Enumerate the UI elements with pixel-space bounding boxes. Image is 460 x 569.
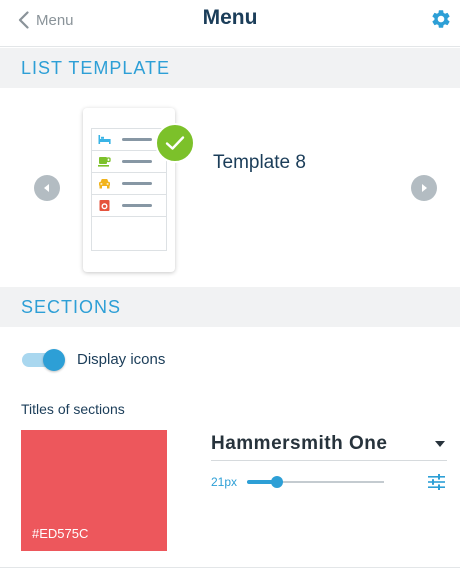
selected-check-badge — [155, 123, 195, 163]
sections-heading: SECTIONS — [0, 287, 460, 327]
preview-row — [92, 195, 166, 217]
next-template-button[interactable] — [411, 175, 437, 201]
car-icon — [99, 179, 110, 189]
top-bar: Menu Menu — [0, 0, 460, 47]
caret-left-icon — [44, 184, 49, 192]
gear-icon[interactable] — [430, 8, 452, 30]
display-icons-toggle[interactable] — [22, 349, 65, 371]
list-template-heading: LIST TEMPLATE — [0, 48, 460, 88]
font-family-select[interactable]: Hammersmith One — [211, 429, 447, 461]
checkmark-icon — [165, 136, 185, 150]
template-carousel: Template 8 — [0, 88, 460, 287]
display-icons-label: Display icons — [77, 351, 166, 368]
preview-line — [122, 204, 152, 207]
font-family-value: Hammersmith One — [211, 433, 388, 454]
toggle-knob — [43, 349, 65, 371]
caret-right-icon — [422, 184, 427, 192]
bed-icon — [98, 135, 111, 144]
titles-of-sections-label: Titles of sections — [21, 401, 125, 417]
preview-line — [122, 182, 152, 185]
title-color-swatch[interactable]: #ED575C — [21, 430, 167, 551]
caret-down-icon — [435, 441, 445, 447]
preview-row — [92, 151, 166, 173]
color-hex-value: #ED575C — [32, 526, 89, 541]
font-size-slider[interactable] — [247, 474, 385, 490]
font-size-value: 21px — [211, 475, 238, 489]
preview-row — [92, 173, 166, 195]
preview-line — [122, 160, 152, 163]
template-name: Template 8 — [213, 152, 306, 173]
coffee-cup-icon — [98, 157, 111, 167]
previous-template-button[interactable] — [34, 175, 60, 201]
tune-settings-icon[interactable] — [428, 474, 445, 490]
preview-line — [122, 138, 152, 141]
page-title: Menu — [202, 6, 258, 29]
slider-thumb[interactable] — [271, 476, 283, 488]
bottom-divider — [0, 567, 460, 568]
washer-icon — [99, 200, 110, 211]
